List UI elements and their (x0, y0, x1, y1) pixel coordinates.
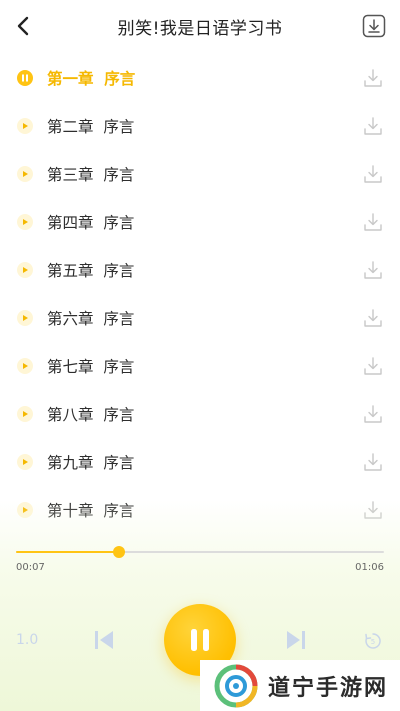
skip-next-icon (287, 631, 305, 649)
previous-button[interactable] (92, 628, 116, 652)
download-all-button[interactable] (362, 14, 386, 38)
play-icon[interactable] (17, 118, 33, 134)
skip-previous-icon (95, 631, 113, 649)
play-icon[interactable] (17, 166, 33, 182)
download-icon[interactable] (361, 66, 385, 90)
chapter-row[interactable]: 第八章 序言 (0, 390, 400, 438)
progress-fill (16, 551, 120, 553)
download-icon[interactable] (361, 402, 385, 426)
download-icon[interactable] (361, 114, 385, 138)
download-icon[interactable] (361, 210, 385, 234)
chapter-list: 第一章 序言 第二章 序言 第三章 序言 第四章 序言 第五章 序言 第六章 序言 第七章 … (0, 54, 400, 534)
play-icon[interactable] (17, 310, 33, 326)
speed-button[interactable]: 1.0 (16, 632, 38, 648)
download-icon[interactable] (361, 354, 385, 378)
play-icon[interactable] (17, 214, 33, 230)
download-icon[interactable] (361, 306, 385, 330)
chapter-label: 第七章 序言 (47, 358, 135, 376)
chapter-row[interactable]: 第六章 序言 (0, 294, 400, 342)
svg-text:5: 5 (371, 638, 375, 646)
chapter-row[interactable]: 第一章 序言 (0, 54, 400, 102)
progress-bar[interactable] (16, 546, 384, 558)
chapter-row[interactable]: 第四章 序言 (0, 198, 400, 246)
download-icon[interactable] (361, 450, 385, 474)
chapter-label: 第二章 序言 (47, 118, 135, 136)
play-icon[interactable] (17, 262, 33, 278)
download-icon[interactable] (361, 258, 385, 282)
current-time: 00:07 (16, 562, 45, 573)
play-icon[interactable] (17, 454, 33, 470)
chevron-left-icon (17, 16, 29, 36)
chapter-label: 第六章 序言 (47, 310, 135, 328)
chapter-label: 第八章 序言 (47, 406, 135, 424)
watermark-text: 道宁手游网 (268, 675, 389, 701)
chapter-label: 第三章 序言 (47, 166, 135, 184)
chapter-label: 第五章 序言 (47, 262, 135, 280)
replay-icon: 5 (365, 633, 381, 649)
download-icon[interactable] (361, 162, 385, 186)
pause-icon (191, 629, 209, 651)
back-button[interactable] (10, 13, 36, 39)
total-time: 01:06 (355, 562, 384, 573)
play-icon[interactable] (17, 358, 33, 374)
chapter-row[interactable]: 第五章 序言 (0, 246, 400, 294)
play-icon[interactable] (17, 406, 33, 422)
watermark-banner: 道宁手游网 (200, 660, 400, 711)
page-title: 别笑!我是日语学习书 (117, 18, 283, 39)
chapter-label: 第四章 序言 (47, 214, 135, 232)
watermark-logo-icon (214, 664, 258, 707)
next-button[interactable] (284, 628, 308, 652)
chapter-label: 第九章 序言 (47, 454, 135, 472)
replay-button[interactable]: 5 (364, 632, 382, 650)
chapter-row[interactable]: 第九章 序言 (0, 438, 400, 486)
header-bar: 别笑!我是日语学习书 (0, 0, 400, 52)
download-box-icon (362, 14, 386, 38)
chapter-row[interactable]: 第七章 序言 (0, 342, 400, 390)
chapter-label: 第一章 序言 (47, 70, 136, 88)
chapter-row[interactable]: 第二章 序言 (0, 102, 400, 150)
chapter-row[interactable]: 第三章 序言 (0, 150, 400, 198)
pause-icon[interactable] (17, 70, 33, 86)
progress-thumb[interactable] (113, 546, 126, 558)
